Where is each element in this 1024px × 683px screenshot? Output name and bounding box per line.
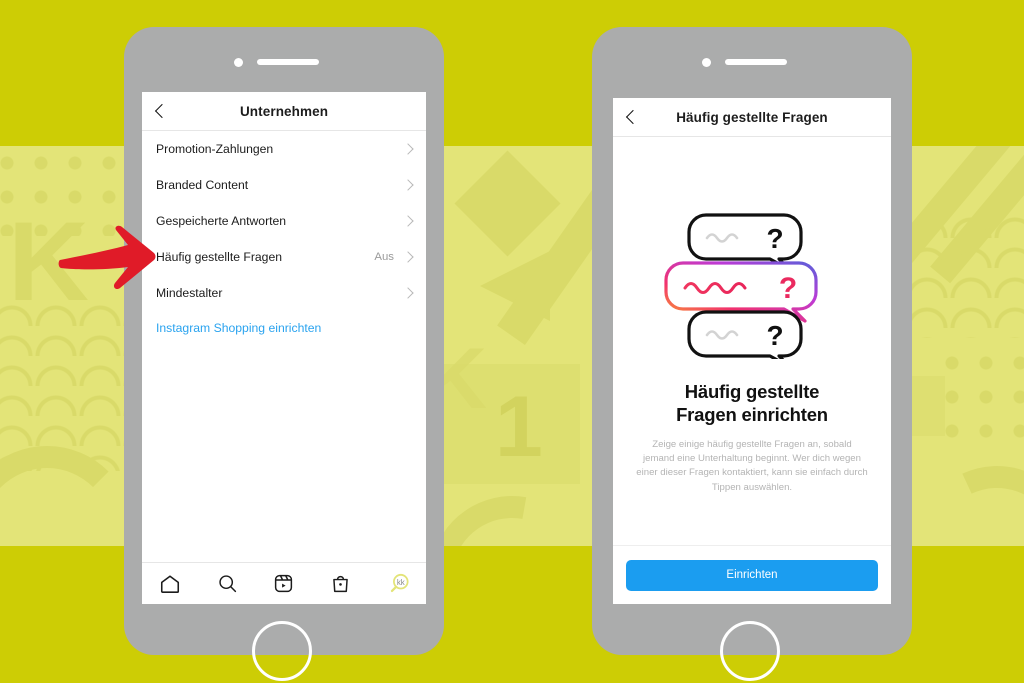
navbar-left: Unternehmen <box>142 92 426 131</box>
screen-right: Häufig gestellte Fragen ? ? ? Häufig ges… <box>613 98 891 604</box>
search-icon[interactable] <box>214 571 240 597</box>
settings-list: Promotion-Zahlungen Branded Content Gesp… <box>142 131 426 345</box>
earpiece-speaker <box>257 59 319 65</box>
list-item-label: Mindestalter <box>156 286 223 300</box>
svg-text:?: ? <box>766 223 783 254</box>
bottom-tab-bar: kk <box>142 562 426 604</box>
earpiece-speaker <box>725 59 787 65</box>
list-item-value: Aus <box>374 251 394 263</box>
home-icon[interactable] <box>157 571 183 597</box>
background-scale-pattern-right <box>905 208 1024 338</box>
profile-avatar[interactable]: kk <box>385 571 411 597</box>
back-button[interactable] <box>152 101 172 121</box>
faq-heading-line-1: Häufig gestellte <box>684 381 820 402</box>
background-watermark-number-one: 1 <box>495 379 543 475</box>
faq-description: Zeige einige häufig gestellte Fragen an,… <box>636 438 868 493</box>
chevron-right-icon <box>402 215 414 227</box>
chevron-left-icon <box>154 103 170 119</box>
faq-heading-line-2: Fragen einrichten <box>676 403 828 425</box>
front-camera-dot <box>702 58 711 67</box>
red-pointer-arrow <box>58 222 158 294</box>
faq-intro-body: ? ? ? Häufig gestellte Fragen einrichten… <box>613 137 891 546</box>
home-button[interactable] <box>720 621 780 681</box>
page-title: Unternehmen <box>239 103 329 119</box>
home-button[interactable] <box>252 621 312 681</box>
chevron-right-icon <box>402 251 414 263</box>
list-item-promotion-zahlungen[interactable]: Promotion-Zahlungen <box>156 131 414 167</box>
speech-bubble-bottom: ? <box>687 310 803 369</box>
list-item-label: Branded Content <box>156 178 249 192</box>
three-question-speech-bubbles: ? ? ? <box>657 211 847 369</box>
faq-heading: Häufig gestellte Fragen einrichten <box>676 381 828 427</box>
screen-left: Unternehmen Promotion-Zahlungen Branded … <box>142 92 426 604</box>
chevron-right-icon <box>402 287 414 299</box>
list-item-gespeicherte-antworten[interactable]: Gespeicherte Antworten <box>156 203 414 239</box>
list-item-label: Häufig gestellte Fragen <box>156 250 283 264</box>
list-item-haeufig-gestellte-fragen[interactable]: Häufig gestellte Fragen Aus <box>156 239 414 275</box>
einrichten-button[interactable]: Einrichten <box>626 559 878 591</box>
phone-right: Häufig gestellte Fragen ? ? ? Häufig ges… <box>592 27 912 681</box>
chevron-right-icon <box>402 179 414 191</box>
phone-left: Unternehmen Promotion-Zahlungen Branded … <box>124 27 444 681</box>
background-dot-pattern-right <box>935 346 1024 456</box>
list-item-branded-content[interactable]: Branded Content <box>156 167 414 203</box>
navbar-right: Häufig gestellte Fragen <box>613 98 891 137</box>
list-item-mindestalter[interactable]: Mindestalter <box>156 275 414 311</box>
arrow-shape <box>58 225 156 290</box>
chevron-left-icon <box>625 109 641 125</box>
cta-footer: Einrichten <box>613 545 891 604</box>
background-diamond-center <box>454 150 561 257</box>
link-instagram-shopping-einrichten[interactable]: Instagram Shopping einrichten <box>156 311 412 345</box>
screenshot-stage: K 1 K Unternehmen Promotion-Zahlungen Br… <box>0 0 1024 683</box>
reels-icon[interactable] <box>271 571 297 597</box>
chevron-right-icon <box>402 143 414 155</box>
link-label: Instagram Shopping einrichten <box>156 321 322 335</box>
list-item-label: Promotion-Zahlungen <box>156 142 274 156</box>
svg-text:?: ? <box>766 320 783 351</box>
page-title: Häufig gestellte Fragen <box>676 109 828 125</box>
front-camera-dot <box>234 58 243 67</box>
svg-text:?: ? <box>779 272 797 305</box>
back-button[interactable] <box>623 107 643 127</box>
shop-bag-icon[interactable] <box>328 571 354 597</box>
list-item-label: Gespeicherte Antworten <box>156 214 287 228</box>
avatar-initials: kk <box>396 577 404 586</box>
